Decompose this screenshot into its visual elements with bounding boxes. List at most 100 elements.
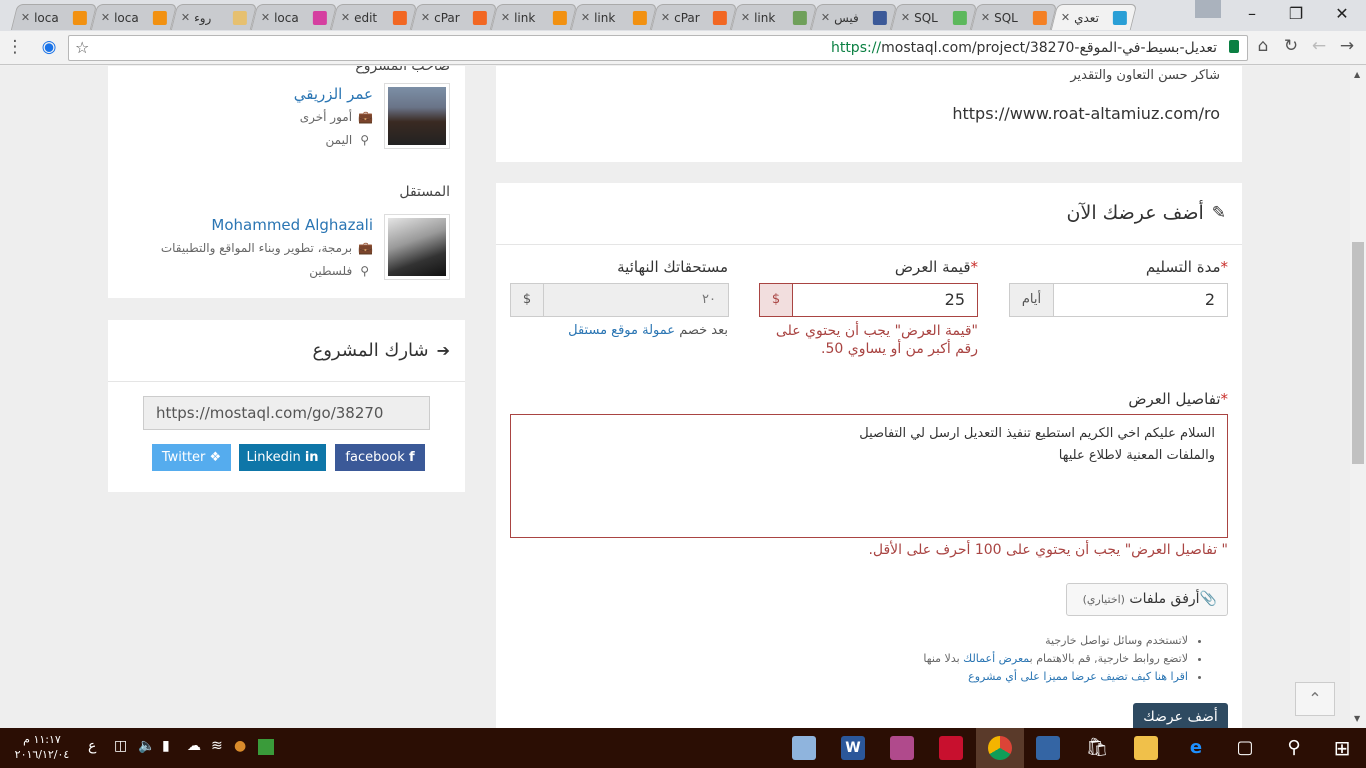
word-icon[interactable]: W	[841, 736, 865, 760]
earnings-label: مستحقاتك النهائية	[617, 258, 728, 276]
tab-favicon-icon	[712, 10, 727, 25]
browser-tab[interactable]: ✕ فيس	[810, 4, 898, 30]
battery-icon[interactable]: ▮	[162, 738, 170, 754]
tab-close-icon[interactable]: ✕	[821, 11, 830, 24]
address-bar[interactable]: ☆ https://mostaql.com/project/38270-تعدي…	[68, 35, 1248, 61]
app-tray-icon[interactable]: ●	[234, 738, 246, 754]
volume-icon[interactable]: 🔈	[138, 738, 155, 754]
forward-icon[interactable]: ←	[1308, 36, 1330, 56]
app-taskbar-icon[interactable]	[1036, 736, 1060, 760]
profile-button[interactable]	[1195, 0, 1221, 18]
browser-tab[interactable]: ✕ loca	[90, 4, 178, 30]
tab-title: link	[514, 10, 536, 25]
tip-item: لاتضع روابط خارجية, قم بالاهتمام بمعرض أ…	[923, 652, 1188, 670]
back-icon[interactable]: →	[1336, 36, 1358, 56]
app-taskbar-icon[interactable]	[792, 736, 816, 760]
tab-title: link	[594, 10, 616, 25]
tab-close-icon[interactable]: ✕	[581, 11, 590, 24]
chrome-taskbar-item-active[interactable]	[976, 728, 1024, 768]
browser-tab[interactable]: ✕ link	[490, 4, 578, 30]
browser-tab[interactable]: ✕ SQL	[970, 4, 1058, 30]
edge-icon[interactable]: e	[1184, 736, 1208, 760]
app-taskbar-icon[interactable]	[939, 736, 963, 760]
attach-files-button[interactable]: 📎أرفق ملفات (اختياري)	[1066, 583, 1228, 616]
network-icon[interactable]: ☁	[187, 738, 201, 754]
browser-tab[interactable]: ✕ link	[570, 4, 658, 30]
page-scrollbar[interactable]: ▲ ▼	[1350, 66, 1366, 728]
tab-close-icon[interactable]: ✕	[421, 11, 430, 24]
search-icon[interactable]: ⚲	[1282, 736, 1306, 760]
freelancer-avatar[interactable]	[384, 214, 450, 280]
windows-start-icon[interactable]: ⊞	[1330, 736, 1354, 760]
tab-title: SQL	[914, 10, 938, 25]
browser-tab[interactable]: ✕ cPar	[650, 4, 738, 30]
browser-toolbar: ⋮ ◉ ☆ https://mostaql.com/project/38270-…	[0, 31, 1366, 65]
tab-title: تعدي	[1074, 10, 1099, 25]
delivery-input[interactable]: 2	[1053, 283, 1228, 317]
tab-favicon-icon	[952, 10, 967, 25]
browser-tab[interactable]: ✕ cPar	[410, 4, 498, 30]
browser-tab[interactable]: ✕ SQL	[890, 4, 978, 30]
page-content: صاحب المشروع عمر الزريقي 💼 أمور أخرى ⚲ الي…	[0, 66, 1350, 728]
tab-favicon-icon	[1112, 10, 1127, 25]
scrollbar-thumb[interactable]	[1352, 242, 1364, 464]
owner-avatar[interactable]	[384, 83, 450, 149]
minimize-button[interactable]: –	[1230, 0, 1274, 28]
bookmark-star-icon[interactable]: ☆	[75, 38, 89, 57]
submit-bid-button[interactable]: أضف عرضك	[1133, 703, 1228, 728]
wifi-icon[interactable]: ≋	[211, 738, 223, 754]
action-center-icon[interactable]: ◫	[114, 738, 127, 754]
app-tray-icon[interactable]	[258, 739, 274, 755]
scroll-to-top-button[interactable]: ⌃	[1295, 682, 1335, 716]
close-window-button[interactable]: ✕	[1320, 0, 1364, 28]
details-textarea[interactable]: السلام عليكم اخي الكريم استطيع تنفيذ الت…	[510, 414, 1228, 538]
store-icon[interactable]: 🛍	[1085, 736, 1109, 760]
tab-close-icon[interactable]: ✕	[181, 11, 190, 24]
tab-close-icon[interactable]: ✕	[341, 11, 350, 24]
scroll-up-arrow-icon[interactable]: ▲	[1354, 70, 1360, 79]
system-clock[interactable]: ١١:١٧ م ٢٠١٦/١٢/٠٤	[14, 732, 70, 762]
restore-button[interactable]: ❐	[1274, 0, 1318, 28]
tab-close-icon[interactable]: ✕	[501, 11, 510, 24]
scroll-down-arrow-icon[interactable]: ▼	[1354, 714, 1360, 723]
app-taskbar-icon[interactable]	[890, 736, 914, 760]
tab-favicon-icon	[792, 10, 807, 25]
input-language[interactable]: ع	[88, 738, 96, 754]
freelancer-heading: المستقل	[399, 184, 450, 200]
portfolio-link[interactable]: معرض أعمالك	[963, 652, 1029, 665]
price-input[interactable]: 25	[792, 283, 978, 317]
twitter-button[interactable]: Twitter ❖	[152, 444, 231, 471]
owner-name-link[interactable]: عمر الزريقي	[294, 85, 373, 103]
tab-close-icon[interactable]: ✕	[981, 11, 990, 24]
tab-close-icon[interactable]: ✕	[901, 11, 910, 24]
facebook-button[interactable]: facebook f	[335, 444, 425, 471]
browser-tab[interactable]: ✕ loca	[10, 4, 98, 30]
commission-link[interactable]: عمولة موقع مستقل	[568, 323, 675, 338]
url-text: https://mostaql.com/project/38270-تعديل-…	[830, 40, 1217, 56]
freelancer-country: ⚲ فلسطين	[309, 264, 369, 278]
linkedin-button[interactable]: Linkedin in	[239, 444, 326, 471]
file-explorer-icon[interactable]	[1134, 736, 1158, 760]
share-url-input[interactable]: https://mostaql.com/go/38270	[143, 396, 430, 430]
task-view-icon[interactable]: ▢	[1233, 736, 1257, 760]
home-icon[interactable]: ⌂	[1252, 36, 1274, 56]
price-label: *قيمة العرض	[894, 258, 978, 276]
tab-close-icon[interactable]: ✕	[101, 11, 110, 24]
menu-icon[interactable]: ⋮	[4, 37, 26, 57]
tab-close-icon[interactable]: ✕	[21, 11, 30, 24]
reload-icon[interactable]: ↻	[1280, 36, 1302, 56]
freelancer-name-link[interactable]: Mohammed Alghazali	[211, 216, 373, 234]
people-panel: صاحب المشروع عمر الزريقي 💼 أمور أخرى ⚲ الي…	[108, 66, 465, 298]
tab-close-icon[interactable]: ✕	[1061, 11, 1070, 24]
browser-tab[interactable]: ✕ تعدي	[1050, 4, 1138, 30]
tab-close-icon[interactable]: ✕	[261, 11, 270, 24]
tab-favicon-icon	[72, 10, 87, 25]
browser-tab[interactable]: ✕ روء	[170, 4, 258, 30]
tab-close-icon[interactable]: ✕	[741, 11, 750, 24]
extension-icon[interactable]: ◉	[38, 37, 60, 57]
tab-close-icon[interactable]: ✕	[661, 11, 670, 24]
bid-guide-link[interactable]: اقرا هنا كيف تضيف عرضا مميزا على أي مشرو…	[968, 670, 1188, 683]
browser-tab[interactable]: ✕ link	[730, 4, 818, 30]
browser-tab[interactable]: ✕ edit	[330, 4, 418, 30]
browser-tab[interactable]: ✕ loca	[250, 4, 338, 30]
